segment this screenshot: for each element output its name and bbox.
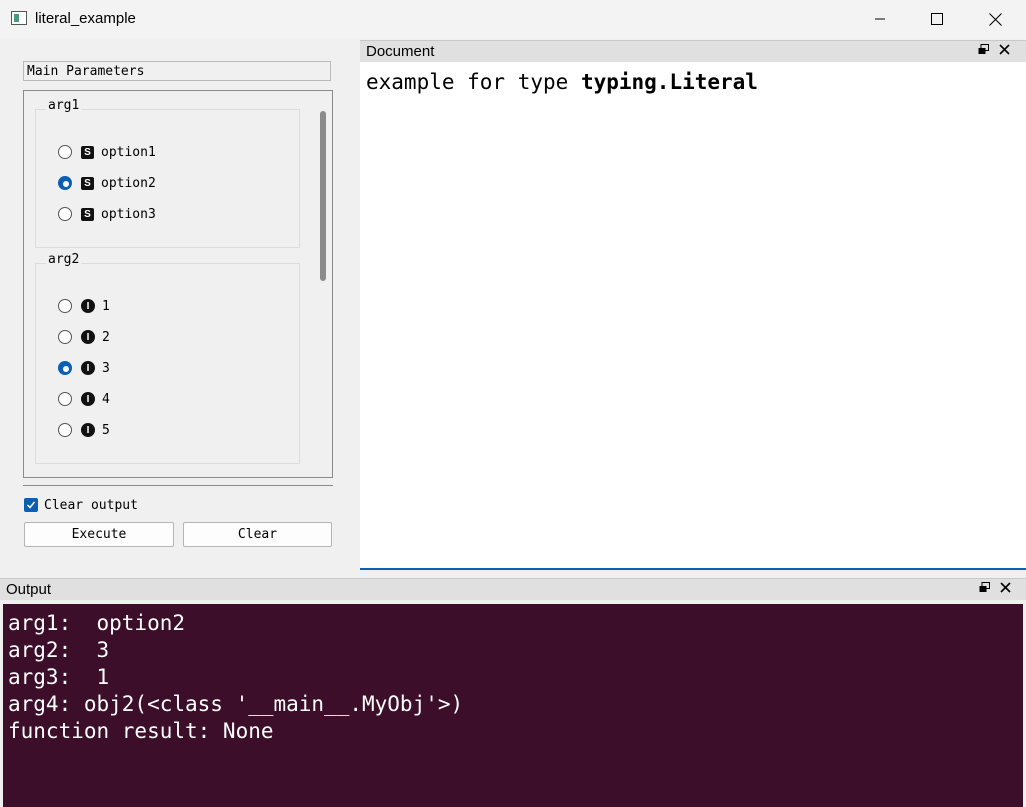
output-line: function result: None <box>8 719 274 743</box>
radio-button[interactable] <box>58 207 72 221</box>
minimize-button[interactable] <box>851 0 909 38</box>
maximize-icon <box>931 13 943 25</box>
arg2-option-2[interactable]: I 2 <box>58 328 110 346</box>
arg2-groupbox: arg2 I 1 I 2 I 3 I 4 I 5 <box>35 252 300 464</box>
arg2-title: arg2 <box>46 252 82 267</box>
arg1-option-2[interactable]: S option2 <box>58 174 156 192</box>
option-label: option1 <box>101 144 156 160</box>
checkbox-checked-icon[interactable] <box>24 498 38 512</box>
arg1-option-3[interactable]: S option3 <box>58 205 156 223</box>
option-label: option3 <box>101 206 156 222</box>
arg2-option-5[interactable]: I 5 <box>58 421 110 439</box>
window-title: literal_example <box>35 10 136 27</box>
option-label: 3 <box>102 360 110 376</box>
document-text: example for type typing.Literal <box>366 70 758 94</box>
clear-button[interactable]: Clear <box>183 522 332 547</box>
option-label: 5 <box>102 422 110 438</box>
separator <box>23 485 333 486</box>
output-title: Output <box>6 581 52 598</box>
output-line: arg2: 3 <box>8 638 110 662</box>
arg2-option-4[interactable]: I 4 <box>58 390 110 408</box>
integer-type-icon: I <box>81 392 95 406</box>
radio-button[interactable] <box>58 392 72 406</box>
arg1-groupbox: arg1 S option1 S option2 S option3 <box>35 98 300 248</box>
integer-type-icon: I <box>81 299 95 313</box>
string-type-icon: S <box>81 145 94 159</box>
integer-type-icon: I <box>81 361 95 375</box>
integer-type-icon: I <box>81 423 95 437</box>
option-label: 4 <box>102 391 110 407</box>
clear-output-label: Clear output <box>44 497 138 513</box>
output-dock-header: Output <box>0 578 1026 600</box>
arg1-title: arg1 <box>46 98 82 113</box>
radio-button-checked[interactable] <box>58 361 72 375</box>
string-type-icon: S <box>81 207 94 221</box>
close-icon <box>988 12 1002 26</box>
title-bar: literal_example <box>0 0 1026 38</box>
output-line: arg1: option2 <box>8 611 186 635</box>
minimize-icon <box>875 18 885 20</box>
document-title: Document <box>366 43 435 60</box>
arg2-option-1[interactable]: I 1 <box>58 297 110 315</box>
arg1-option-1[interactable]: S option1 <box>58 143 156 161</box>
scrollbar-thumb[interactable] <box>320 111 326 281</box>
output-console[interactable]: arg1: option2 arg2: 3 arg3: 1 arg4: obj2… <box>3 604 1023 807</box>
output-line: arg3: 1 <box>8 665 110 689</box>
close-button[interactable] <box>966 0 1024 38</box>
execute-button[interactable]: Execute <box>24 522 174 547</box>
clear-output-checkbox[interactable]: Clear output <box>24 496 138 514</box>
float-dock-icon[interactable] <box>978 44 989 55</box>
option-label: option2 <box>101 175 156 191</box>
radio-button[interactable] <box>58 145 72 159</box>
radio-button[interactable] <box>58 330 72 344</box>
integer-type-icon: I <box>81 330 95 344</box>
option-label: 2 <box>102 329 110 345</box>
close-dock-icon[interactable] <box>1000 582 1011 593</box>
parameters-scroll-area[interactable]: arg1 S option1 S option2 S option3 arg2 … <box>23 90 333 478</box>
document-dock-header: Document <box>360 40 1026 62</box>
arg2-option-3[interactable]: I 3 <box>58 359 110 377</box>
output-line: arg4: obj2(<class '__main__.MyObj'>) <box>8 692 464 716</box>
document-view[interactable]: example for type typing.Literal <box>360 62 1026 570</box>
output-lines: arg1: option2 arg2: 3 arg3: 1 arg4: obj2… <box>8 610 463 745</box>
radio-button[interactable] <box>58 299 72 313</box>
option-label: 1 <box>102 298 110 314</box>
document-text-prefix: example for type <box>366 70 581 94</box>
maximize-button[interactable] <box>908 0 966 38</box>
close-dock-icon[interactable] <box>999 44 1010 55</box>
document-text-type: typing.Literal <box>580 70 758 94</box>
app-icon <box>11 11 27 25</box>
radio-button[interactable] <box>58 423 72 437</box>
main-parameters-title: Main Parameters <box>27 64 145 79</box>
radio-button-checked[interactable] <box>58 176 72 190</box>
float-dock-icon[interactable] <box>979 582 990 593</box>
main-parameters-header: Main Parameters <box>23 61 331 81</box>
string-type-icon: S <box>81 176 94 190</box>
